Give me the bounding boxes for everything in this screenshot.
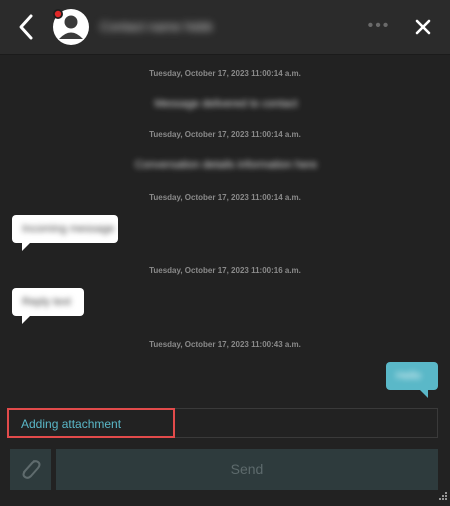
message-text: Incoming message <box>22 223 115 235</box>
send-button[interactable]: Send <box>56 449 438 490</box>
message-timestamp: Tuesday, October 17, 2023 11:00:16 a.m. <box>149 266 301 275</box>
attachment-status-bar: Adding attachment <box>8 408 438 438</box>
close-icon[interactable] <box>408 12 438 42</box>
system-message: Message delivered to contact <box>154 98 298 110</box>
message-timestamp: Tuesday, October 17, 2023 11:00:43 a.m. <box>149 340 301 349</box>
chat-header: Contact name hidden ••• <box>0 0 450 55</box>
paperclip-icon <box>22 460 41 479</box>
attachment-button[interactable] <box>10 449 51 490</box>
incoming-message-bubble: Incoming message <box>12 215 118 251</box>
outgoing-message-bubble: Hello <box>386 362 438 398</box>
presence-dot <box>54 10 62 18</box>
incoming-message-bubble: Reply text <box>12 288 84 324</box>
avatar[interactable] <box>52 8 90 46</box>
attachment-status-text: Adding attachment <box>21 417 122 431</box>
back-icon[interactable] <box>14 12 40 42</box>
message-thread[interactable]: Tuesday, October 17, 2023 11:00:14 a.m. … <box>0 55 450 407</box>
system-message: Conversation details information here <box>134 159 318 171</box>
resize-grip-icon[interactable] <box>438 488 448 500</box>
message-timestamp: Tuesday, October 17, 2023 11:00:14 a.m. <box>149 193 301 202</box>
message-timestamp: Tuesday, October 17, 2023 11:00:14 a.m. <box>149 130 301 139</box>
more-options-icon[interactable]: ••• <box>364 16 394 36</box>
message-timestamp: Tuesday, October 17, 2023 11:00:14 a.m. <box>149 69 301 78</box>
message-text: Reply text <box>22 296 71 308</box>
message-text: Hello <box>396 370 422 382</box>
contact-name: Contact name hidden <box>100 19 212 34</box>
